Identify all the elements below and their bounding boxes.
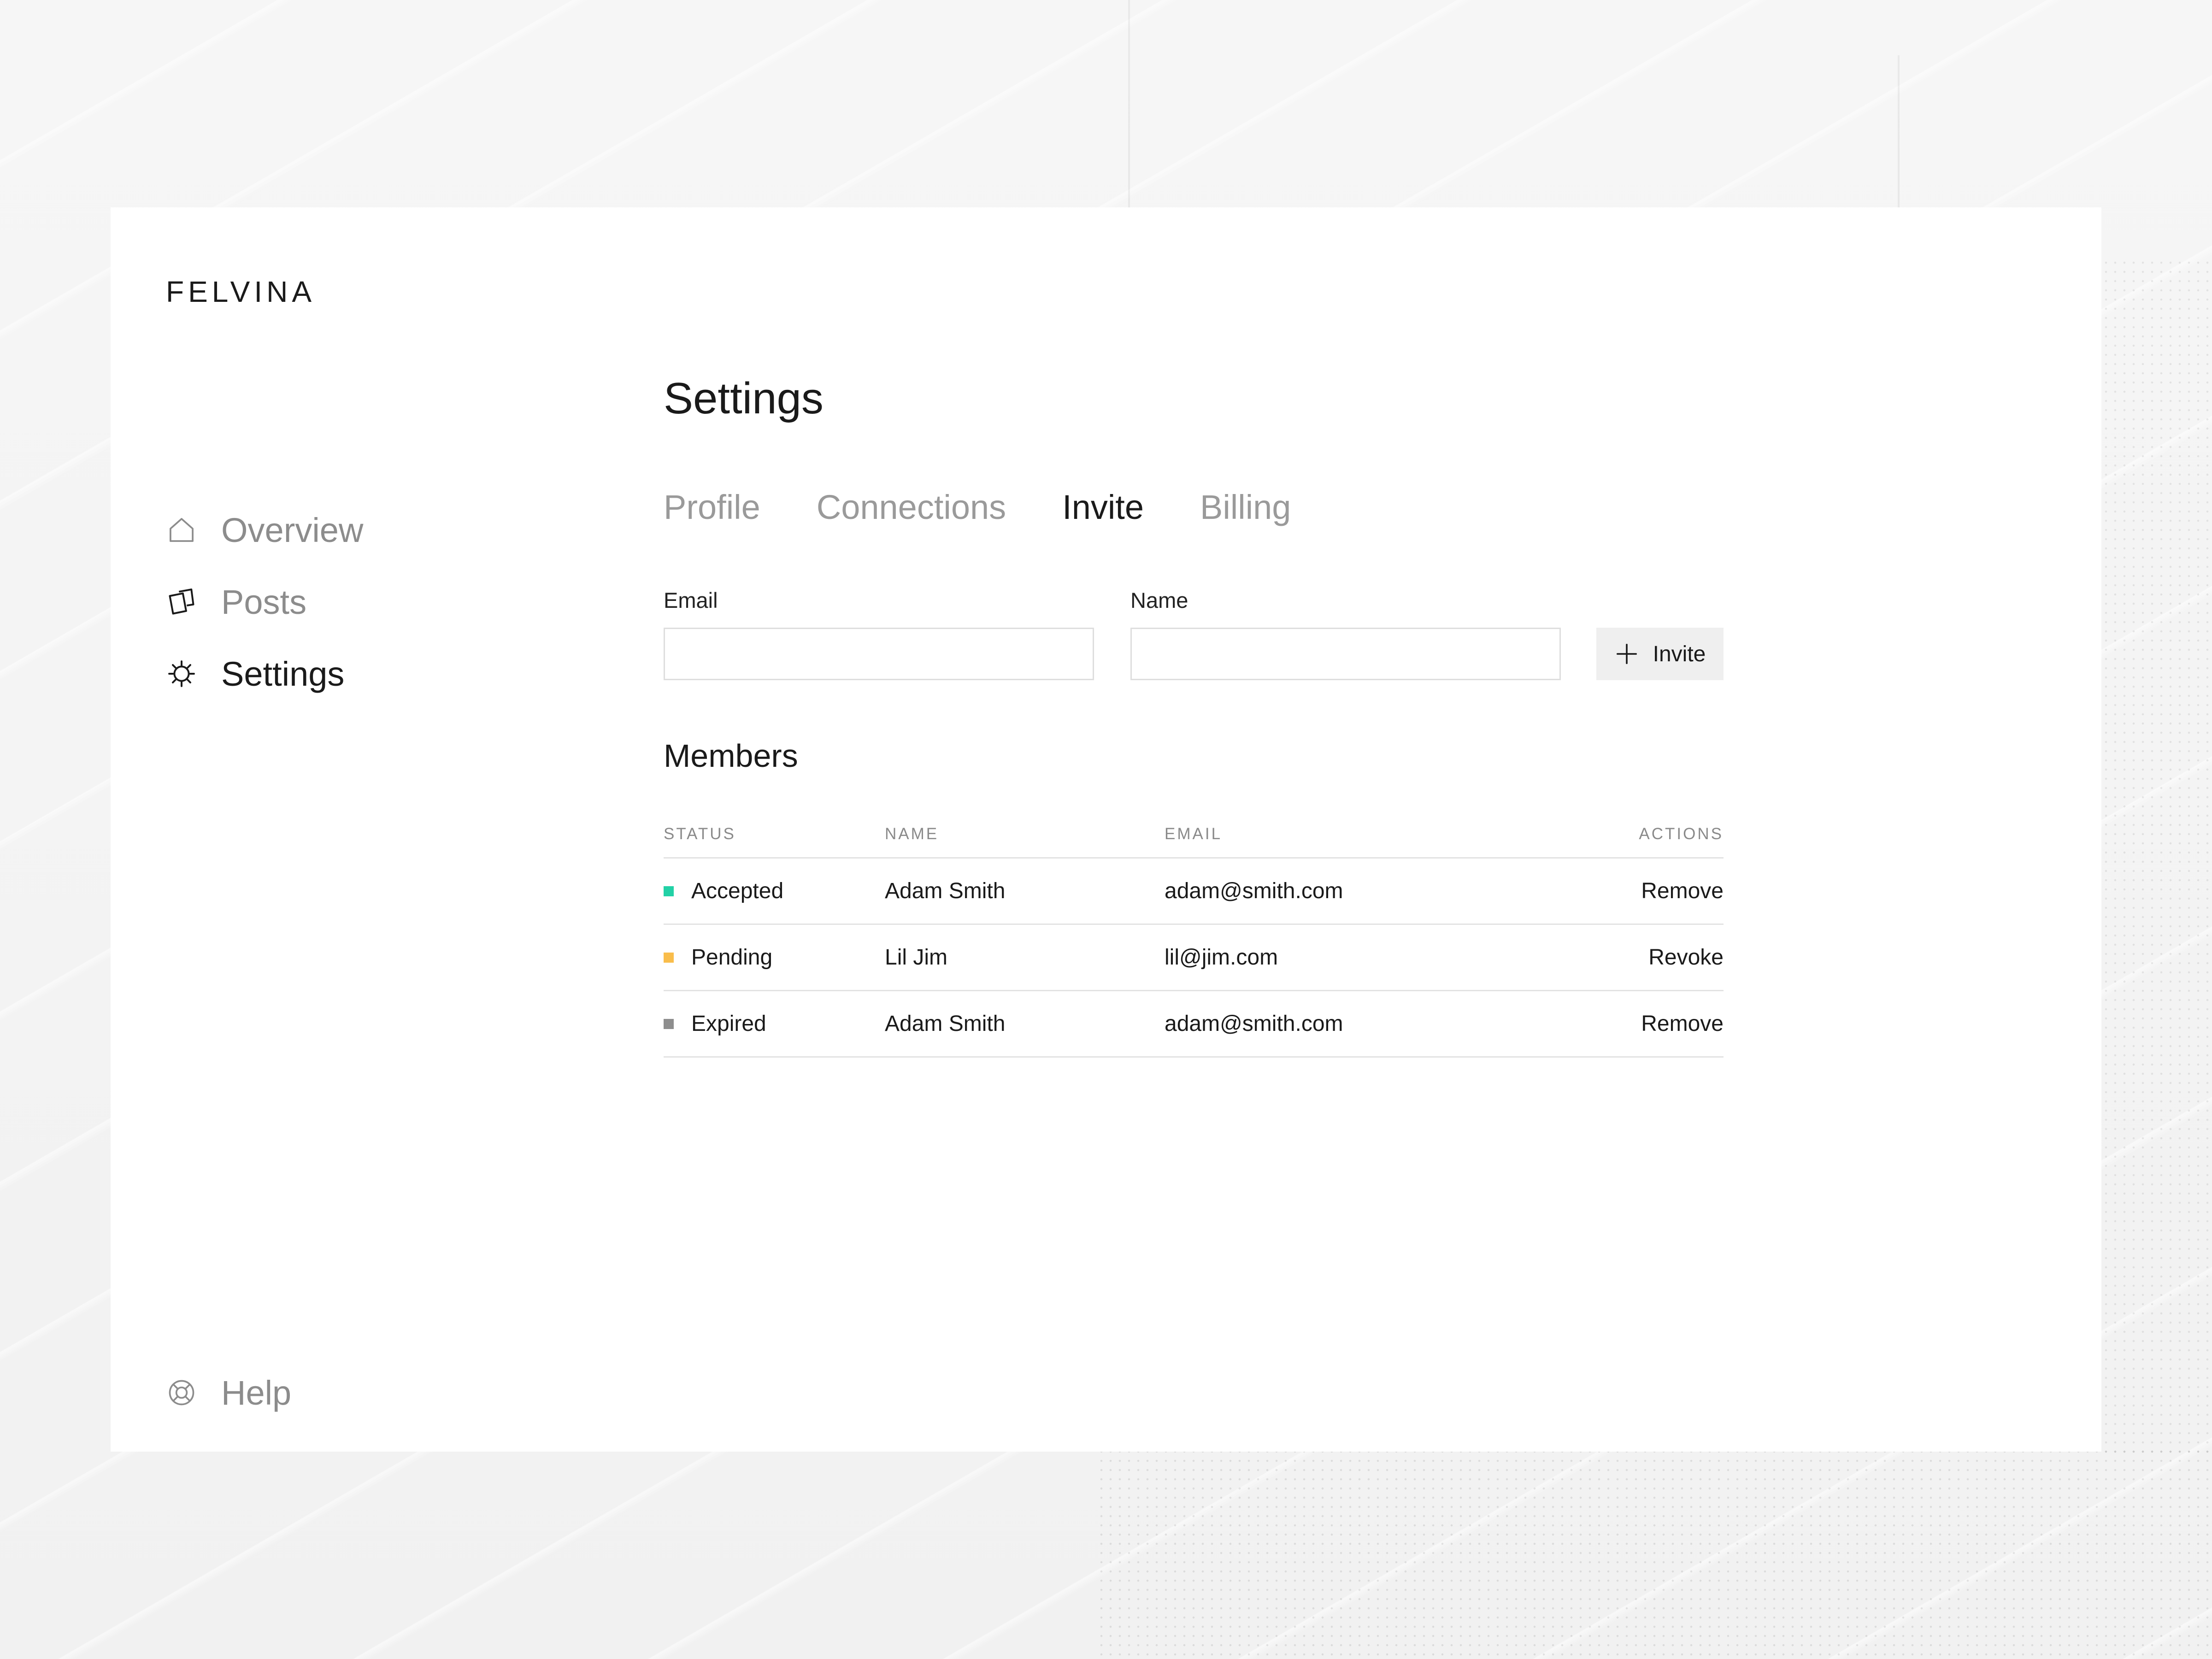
status-label: Pending — [691, 945, 773, 970]
gear-icon — [166, 658, 197, 689]
table-row: Accepted Adam Smith adam@smith.com Remov… — [664, 859, 1724, 925]
invite-button[interactable]: Invite — [1596, 628, 1724, 680]
email-label: Email — [664, 588, 718, 612]
sidebar-item-settings[interactable]: Settings — [166, 651, 344, 697]
revoke-button[interactable]: Revoke — [1648, 925, 1724, 990]
column-header-email: EMAIL — [1165, 825, 1223, 843]
app-logo[interactable]: FELVINA — [166, 275, 316, 309]
status-indicator — [664, 1018, 674, 1029]
sidebar-item-label: Help — [221, 1373, 292, 1412]
cards-icon — [166, 586, 197, 618]
member-name: Adam Smith — [885, 879, 1006, 903]
table-header: STATUS NAME EMAIL ACTIONS — [664, 816, 1724, 859]
sidebar-item-overview[interactable]: Overview — [166, 507, 363, 553]
status-indicator — [664, 952, 674, 963]
members-heading: Members — [664, 738, 798, 774]
column-header-name: NAME — [885, 825, 939, 843]
table-row: Pending Lil Jim lil@jim.com Revoke — [664, 925, 1724, 991]
remove-button[interactable]: Remove — [1641, 991, 1724, 1056]
sidebar-item-label: Settings — [221, 654, 345, 693]
member-email: adam@smith.com — [1165, 1012, 1343, 1036]
status-indicator — [664, 886, 674, 896]
status-cell: Pending — [664, 925, 772, 990]
name-field[interactable] — [1130, 628, 1561, 680]
remove-button[interactable]: Remove — [1641, 859, 1724, 924]
sidebar-item-label: Overview — [221, 511, 364, 549]
column-header-actions: ACTIONS — [1639, 825, 1724, 843]
tab-invite[interactable]: Invite — [1062, 482, 1144, 533]
background-dots — [2101, 258, 2212, 1456]
member-name: Adam Smith — [885, 1012, 1006, 1036]
settings-tabs: Profile Connections Invite Billing — [664, 482, 1347, 533]
background-line — [1128, 0, 1130, 207]
member-name: Lil Jim — [885, 945, 948, 970]
column-header-status: STATUS — [664, 825, 736, 843]
page-title: Settings — [664, 374, 824, 423]
tab-profile[interactable]: Profile — [664, 482, 760, 533]
background-line — [1898, 55, 1900, 207]
name-label: Name — [1130, 588, 1188, 612]
app-window: FELVINA Overview Posts Settings Help Set… — [111, 207, 2101, 1452]
status-label: Expired — [691, 1012, 766, 1036]
invite-button-label: Invite — [1653, 641, 1706, 666]
tab-connections[interactable]: Connections — [817, 482, 1006, 533]
member-email: adam@smith.com — [1165, 879, 1343, 903]
sidebar-item-label: Posts — [221, 582, 307, 621]
members-table: STATUS NAME EMAIL ACTIONS Accepted Adam … — [664, 816, 1724, 1058]
tab-billing[interactable]: Billing — [1200, 482, 1291, 533]
status-label: Accepted — [691, 879, 784, 903]
status-cell: Expired — [664, 991, 766, 1056]
background-dots — [1097, 1447, 2212, 1659]
email-field[interactable] — [664, 628, 1094, 680]
status-cell: Accepted — [664, 859, 783, 924]
table-row: Expired Adam Smith adam@smith.com Remove — [664, 991, 1724, 1058]
member-email: lil@jim.com — [1165, 945, 1278, 970]
sidebar-item-posts[interactable]: Posts — [166, 579, 306, 625]
sidebar-item-help[interactable]: Help — [166, 1370, 291, 1416]
plus-icon — [1614, 641, 1639, 666]
home-icon — [166, 514, 197, 546]
lifebuoy-icon — [166, 1377, 197, 1408]
